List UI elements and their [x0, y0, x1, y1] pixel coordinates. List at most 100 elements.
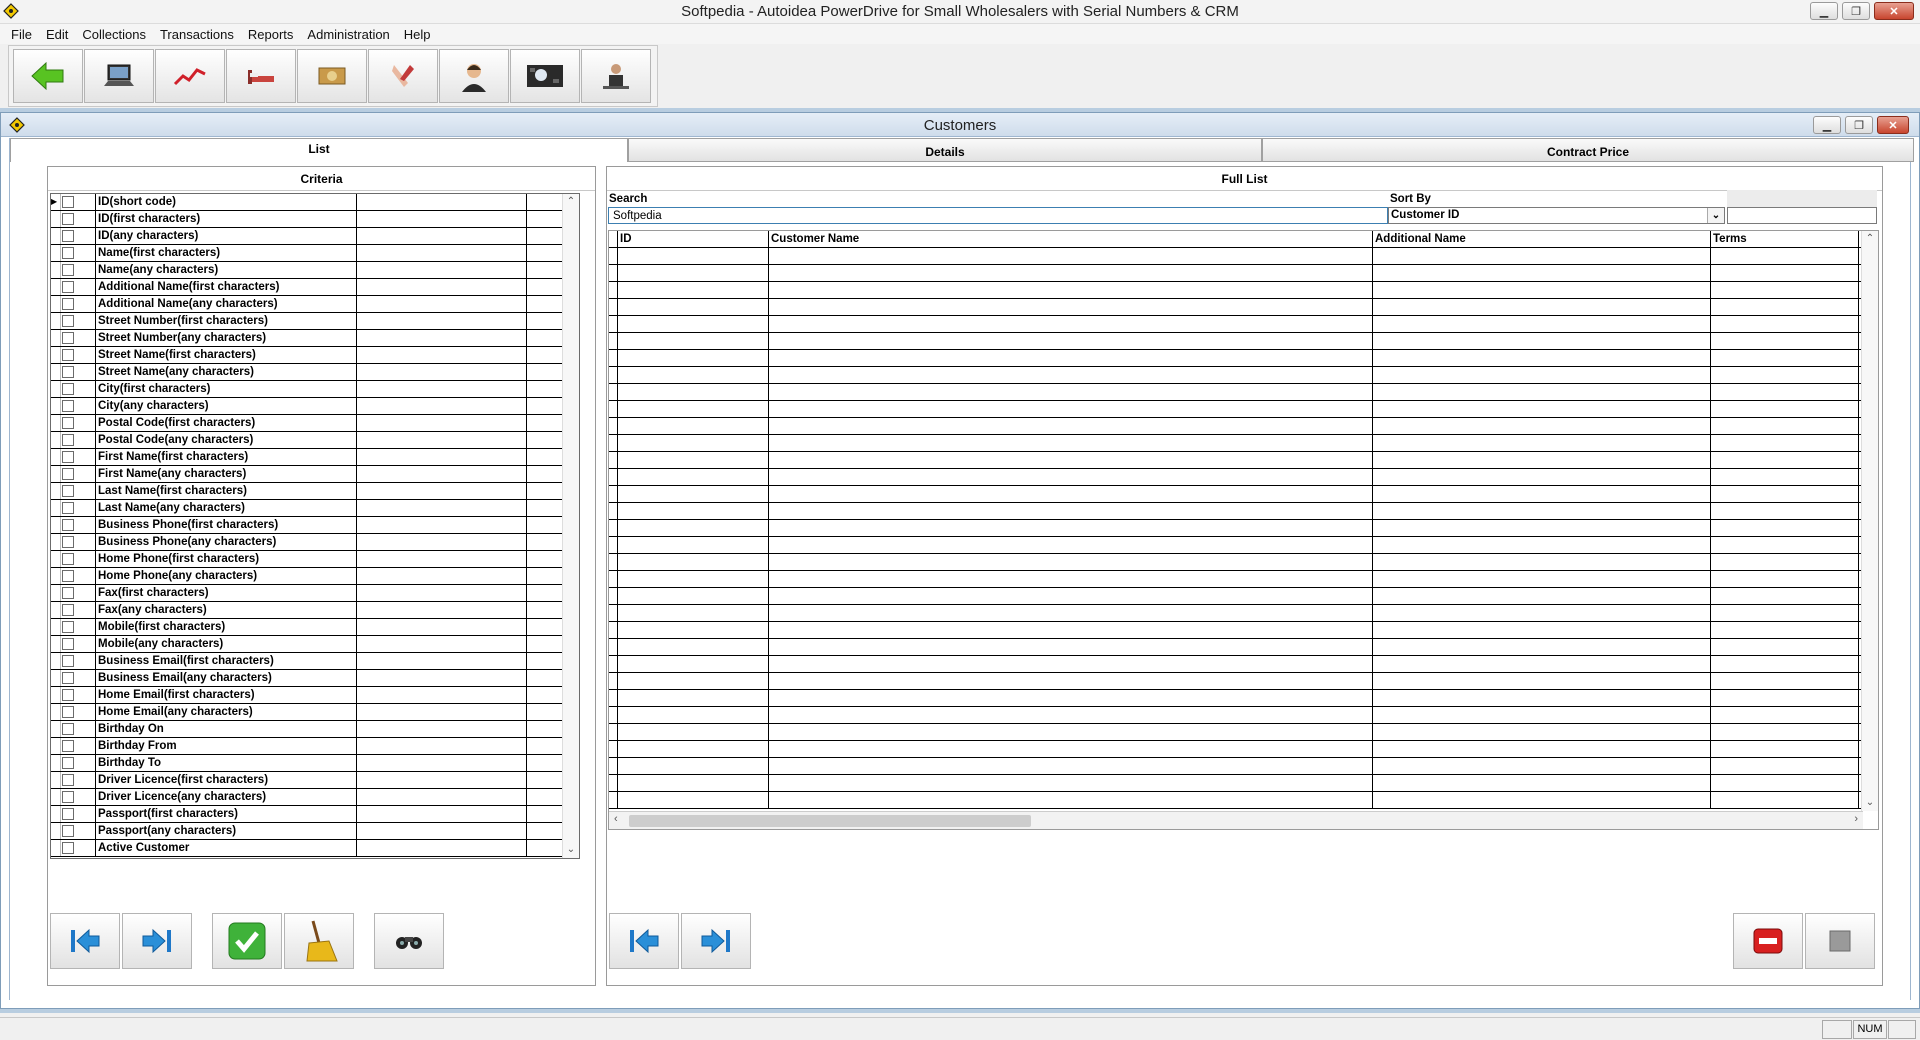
criteria-checkbox-cell[interactable]	[61, 517, 96, 533]
criteria-checkbox-cell[interactable]	[61, 585, 96, 601]
criteria-extra-cell[interactable]	[527, 432, 562, 448]
criteria-checkbox-cell[interactable]	[61, 636, 96, 652]
menu-administration[interactable]: Administration	[300, 27, 396, 42]
criteria-value-cell[interactable]	[357, 738, 527, 754]
customer-row[interactable]	[609, 435, 1878, 452]
close-button[interactable]: ✕	[1874, 2, 1914, 20]
bed-button[interactable]	[226, 49, 296, 103]
criteria-value-cell[interactable]	[357, 245, 527, 261]
criteria-checkbox-cell[interactable]	[61, 568, 96, 584]
criteria-checkbox-cell[interactable]	[61, 670, 96, 686]
criteria-checkbox-cell[interactable]	[61, 432, 96, 448]
criteria-value-cell[interactable]	[357, 789, 527, 805]
criteria-extra-cell[interactable]	[527, 245, 562, 261]
criteria-value-cell[interactable]	[357, 415, 527, 431]
sort-extra-field[interactable]	[1727, 207, 1877, 224]
criteria-value-cell[interactable]	[357, 551, 527, 567]
criteria-checkbox[interactable]	[62, 757, 74, 769]
customer-row[interactable]	[609, 758, 1878, 775]
criteria-checkbox-cell[interactable]	[61, 415, 96, 431]
criteria-value-cell[interactable]	[357, 500, 527, 516]
criteria-row[interactable]: Postal Code(any characters)	[51, 432, 579, 449]
menu-edit[interactable]: Edit	[39, 27, 75, 42]
criteria-value-cell[interactable]	[357, 636, 527, 652]
column-header-id[interactable]: ID	[618, 231, 769, 247]
criteria-checkbox-cell[interactable]	[61, 755, 96, 771]
criteria-value-cell[interactable]	[357, 381, 527, 397]
criteria-row[interactable]: Active Customer	[51, 840, 579, 857]
criteria-value-cell[interactable]	[357, 483, 527, 499]
customer-row[interactable]	[609, 282, 1878, 299]
criteria-checkbox-cell[interactable]	[61, 449, 96, 465]
criteria-row[interactable]: Driver Licence(any characters)	[51, 789, 579, 806]
tab-details[interactable]: Details	[628, 138, 1262, 162]
customer-row[interactable]	[609, 775, 1878, 792]
criteria-value-cell[interactable]	[357, 534, 527, 550]
customer-row[interactable]	[609, 418, 1878, 435]
criteria-checkbox[interactable]	[62, 383, 74, 395]
grid-scroll-right-icon[interactable]: ›	[1854, 813, 1858, 825]
customer-row[interactable]	[609, 690, 1878, 707]
criteria-extra-cell[interactable]	[527, 755, 562, 771]
criteria-value-cell[interactable]	[357, 228, 527, 244]
criteria-extra-cell[interactable]	[527, 194, 562, 210]
criteria-extra-cell[interactable]	[527, 262, 562, 278]
criteria-value-cell[interactable]	[357, 279, 527, 295]
criteria-checkbox-cell[interactable]	[61, 619, 96, 635]
criteria-checkbox[interactable]	[62, 825, 74, 837]
criteria-extra-cell[interactable]	[527, 687, 562, 703]
child-minimize-button[interactable]: ▁	[1813, 116, 1841, 134]
criteria-extra-cell[interactable]	[527, 806, 562, 822]
criteria-extra-cell[interactable]	[527, 415, 562, 431]
criteria-row[interactable]: Business Email(first characters)	[51, 653, 579, 670]
criteria-checkbox[interactable]	[62, 791, 74, 803]
criteria-checkbox[interactable]	[62, 315, 74, 327]
customer-row[interactable]	[609, 520, 1878, 537]
customer-row[interactable]	[609, 792, 1878, 809]
criteria-checkbox-cell[interactable]	[61, 279, 96, 295]
criteria-checkbox-cell[interactable]	[61, 313, 96, 329]
criteria-checkbox[interactable]	[62, 485, 74, 497]
criteria-checkbox-cell[interactable]	[61, 245, 96, 261]
criteria-checkbox[interactable]	[62, 230, 74, 242]
customer-row[interactable]	[609, 724, 1878, 741]
criteria-checkbox[interactable]	[62, 468, 74, 480]
chart-button[interactable]	[155, 49, 225, 103]
criteria-checkbox-cell[interactable]	[61, 381, 96, 397]
criteria-extra-cell[interactable]	[527, 585, 562, 601]
customer-row[interactable]	[609, 316, 1878, 333]
search-input[interactable]	[608, 207, 1388, 224]
criteria-row[interactable]: Additional Name(any characters)	[51, 296, 579, 313]
criteria-checkbox-cell[interactable]	[61, 228, 96, 244]
criteria-checkbox-cell[interactable]	[61, 483, 96, 499]
criteria-extra-cell[interactable]	[527, 398, 562, 414]
customer-row[interactable]	[609, 401, 1878, 418]
column-header-customer-name[interactable]: Customer Name	[769, 231, 1373, 247]
criteria-value-cell[interactable]	[357, 653, 527, 669]
menu-help[interactable]: Help	[397, 27, 438, 42]
close-form-button[interactable]	[1805, 913, 1875, 969]
customer-grid-hscrollbar[interactable]: ‹ ›	[609, 811, 1863, 829]
criteria-row[interactable]: First Name(any characters)	[51, 466, 579, 483]
tab-list[interactable]: List	[10, 138, 628, 162]
criteria-row[interactable]: City(first characters)	[51, 381, 579, 398]
customer-row[interactable]	[609, 452, 1878, 469]
criteria-checkbox[interactable]	[62, 536, 74, 548]
businessman-button[interactable]	[581, 49, 651, 103]
criteria-value-cell[interactable]	[357, 432, 527, 448]
criteria-extra-cell[interactable]	[527, 211, 562, 227]
criteria-row[interactable]: Name(any characters)	[51, 262, 579, 279]
criteria-extra-cell[interactable]	[527, 279, 562, 295]
support-agent-button[interactable]	[439, 49, 509, 103]
criteria-checkbox-cell[interactable]	[61, 772, 96, 788]
criteria-row[interactable]: Business Email(any characters)	[51, 670, 579, 687]
criteria-extra-cell[interactable]	[527, 602, 562, 618]
criteria-checkbox-cell[interactable]	[61, 500, 96, 516]
criteria-extra-cell[interactable]	[527, 636, 562, 652]
criteria-checkbox-cell[interactable]	[61, 721, 96, 737]
criteria-value-cell[interactable]	[357, 568, 527, 584]
grid-scroll-up-icon[interactable]: ⌃	[1862, 231, 1878, 247]
criteria-extra-cell[interactable]	[527, 704, 562, 720]
scroll-down-icon[interactable]: ⌄	[563, 842, 579, 858]
criteria-checkbox-cell[interactable]	[61, 330, 96, 346]
